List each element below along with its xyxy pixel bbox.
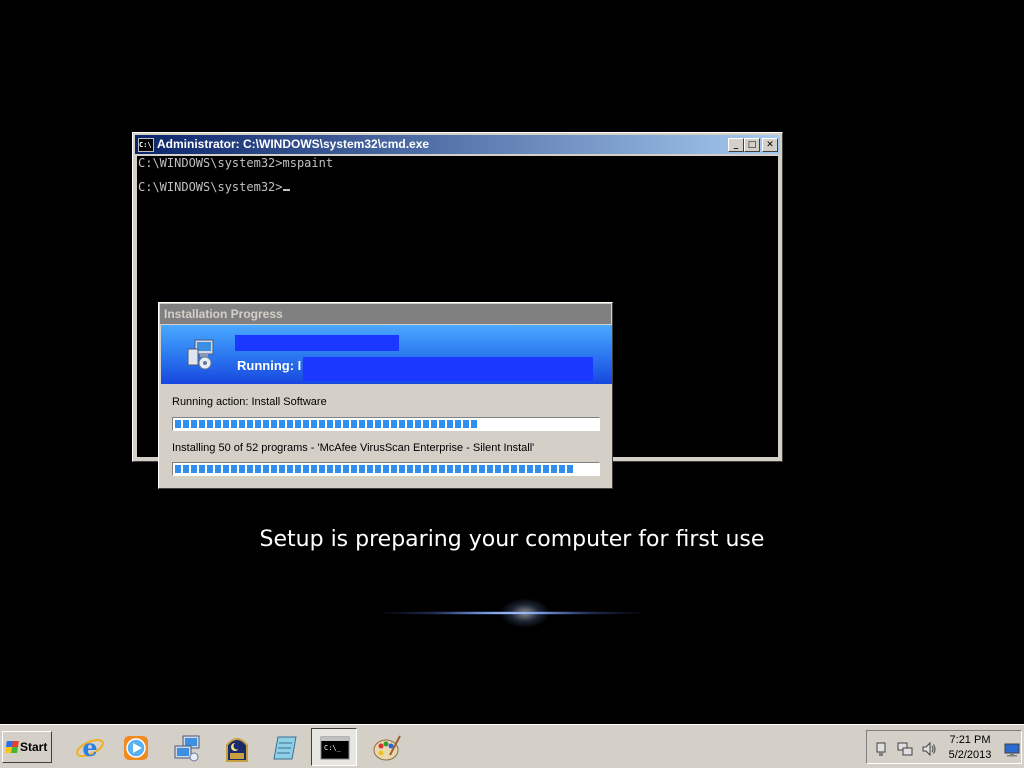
programs-status-text: Installing 50 of 52 programs - 'McAfee V… [172, 442, 535, 454]
install-banner: Running: I [161, 325, 612, 384]
clock-date[interactable]: 5/2/2013 [945, 749, 995, 761]
windows-logo-icon [5, 741, 19, 753]
install-computer-icon [187, 339, 214, 370]
installation-progress-dialog: Installation Progress Running: I Running… [158, 302, 613, 489]
close-button[interactable]: ✕ [762, 138, 778, 152]
cmd-line-mspaint: C:\WINDOWS\system32>mspaint [138, 156, 334, 170]
show-desktop-icon[interactable] [1004, 743, 1020, 757]
text-cursor [282, 189, 290, 191]
cmd-titlebar[interactable]: C:\ Administrator: C:\WINDOWS\system32\c… [135, 135, 780, 154]
ie-icon: e [76, 733, 104, 762]
minimize-button[interactable]: _ [728, 138, 744, 152]
paint-palette-icon [373, 735, 401, 761]
svg-text:e: e [82, 733, 97, 762]
moon-window-icon [226, 738, 248, 762]
start-label: Start [20, 740, 48, 754]
volume-icon[interactable] [921, 741, 937, 757]
install-dialog-title: Installation Progress [160, 304, 611, 324]
taskbar: Start e C:\_ 7:21 PM 5/2/2013 [0, 724, 1024, 768]
action-progress-fill [175, 420, 479, 428]
redacted-block [303, 357, 593, 381]
taskbar-internet-explorer[interactable]: e [66, 728, 112, 766]
taskbar-command-prompt[interactable]: C:\_ [311, 728, 357, 766]
cmd-icon: C:\_ [320, 736, 350, 760]
notepad-icon [273, 736, 297, 760]
running-label: Running: I [237, 358, 302, 373]
cmd-prompt-line: C:\WINDOWS\system32> [138, 181, 777, 193]
action-status-text: Running action: Install Software [172, 396, 327, 408]
svg-text:C:\_: C:\_ [324, 744, 342, 752]
start-button[interactable]: Start [2, 731, 52, 763]
taskbar-media-player[interactable] [112, 728, 158, 766]
clock-time[interactable]: 7:21 PM [945, 734, 995, 746]
cmd-window-icon[interactable]: C:\ [138, 138, 154, 152]
maximize-button[interactable]: □ [744, 138, 760, 152]
taskbar-night-app[interactable] [213, 728, 259, 766]
usb-icon[interactable] [873, 741, 889, 757]
taskbar-paint[interactable] [363, 728, 409, 766]
network-icon[interactable] [897, 741, 913, 757]
programs-progress-bar [172, 462, 600, 476]
taskbar-network[interactable] [163, 728, 209, 766]
light-glow [380, 611, 644, 615]
taskbar-notepad[interactable] [261, 728, 307, 766]
setup-message: Setup is preparing your computer for fir… [259, 527, 765, 552]
network-computers-icon [174, 735, 200, 762]
cmd-window-title: Administrator: C:\WINDOWS\system32\cmd.e… [157, 137, 430, 151]
programs-progress-fill [175, 465, 574, 473]
action-progress-bar [172, 417, 600, 431]
media-player-icon [124, 736, 148, 760]
redacted-block [235, 335, 399, 351]
system-tray: 7:21 PM 5/2/2013 [866, 730, 1022, 764]
cmd-prompt: C:\WINDOWS\system32> [138, 180, 283, 194]
